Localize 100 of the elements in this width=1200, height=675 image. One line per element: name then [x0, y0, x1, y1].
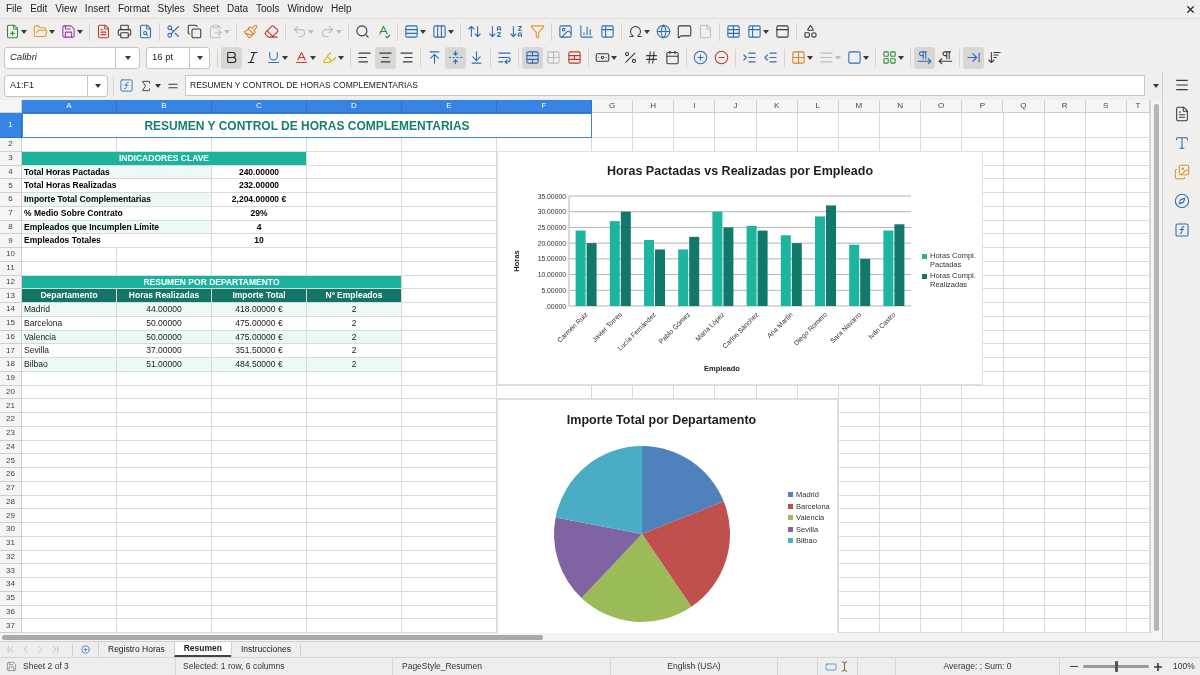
merge-center-button[interactable] [522, 46, 543, 69]
menu-item[interactable]: Tools [252, 2, 284, 16]
caret-icon [1153, 83, 1159, 88]
column-header[interactable]: E [402, 100, 497, 113]
page-style-text[interactable]: PageStyle_Resumen [402, 660, 482, 673]
scrollbar-thumb[interactable] [2, 634, 543, 640]
menu-item[interactable]: Sheet [188, 2, 223, 16]
menu-item[interactable]: Data [222, 2, 253, 16]
font-name-field[interactable]: Calibri [4, 46, 140, 69]
column-header[interactable]: J [715, 100, 757, 113]
column-header[interactable]: A [22, 100, 117, 113]
sheet-tab[interactable]: Resumen [173, 642, 231, 657]
column-header[interactable]: F [497, 100, 592, 113]
row-header[interactable]: 37 [0, 619, 22, 633]
type-icon[interactable] [1173, 135, 1190, 151]
column-header[interactable]: K [756, 100, 798, 113]
menu-item[interactable]: Edit [26, 2, 52, 16]
text-direction-lr-button[interactable] [963, 46, 984, 69]
row-header[interactable]: 30 [0, 523, 22, 537]
row-header[interactable]: 25 [0, 454, 22, 468]
left-to-right-button[interactable] [914, 46, 935, 69]
row-header[interactable]: 6 [0, 193, 22, 207]
align-center-button[interactable] [375, 46, 396, 69]
column-header[interactable]: M [838, 100, 880, 113]
table-icon [747, 24, 762, 39]
row-header[interactable]: 17 [0, 344, 22, 358]
column-header[interactable]: C [212, 100, 307, 113]
row-header[interactable]: 9 [0, 234, 22, 248]
column-header[interactable]: R [1044, 100, 1086, 113]
shapes-icon [803, 24, 818, 39]
row-header[interactable]: 5 [0, 179, 22, 193]
column-header[interactable]: G [592, 100, 634, 113]
column-header[interactable]: S [1085, 100, 1127, 113]
formula-input[interactable]: RESUMEN Y CONTROL DE HORAS COMPLEMENTARIAS [185, 75, 1145, 96]
caret-icon [77, 29, 83, 34]
sigma-icon[interactable] [139, 78, 153, 93]
language-text[interactable]: English (USA) [667, 660, 721, 673]
scrollbar-thumb[interactable] [1154, 104, 1159, 631]
save-icon[interactable] [6, 661, 17, 672]
name-box[interactable]: A1:F1 [4, 74, 108, 97]
column-header[interactable]: T [1126, 100, 1150, 113]
vertical-scrollbar[interactable] [1150, 100, 1162, 633]
slider-thumb[interactable] [1114, 661, 1118, 672]
zoom-out-icon[interactable] [1070, 665, 1078, 668]
column-header[interactable]: D [307, 100, 402, 113]
horizontal-scrollbar[interactable] [0, 633, 1162, 641]
column-header[interactable]: I [674, 100, 716, 113]
font-size-field[interactable]: 16 pt [146, 46, 210, 69]
column-header[interactable]: L [797, 100, 839, 113]
row-header[interactable]: 34 [0, 578, 22, 592]
filter-icon [530, 24, 545, 39]
function-icon[interactable] [119, 78, 134, 93]
panel-icon [775, 24, 790, 39]
menu-item[interactable]: Window [283, 2, 327, 16]
column-header[interactable]: H [633, 100, 675, 113]
bold-button[interactable] [221, 46, 242, 69]
menu-icon[interactable] [1173, 77, 1190, 93]
table-cell: Bilbao [22, 358, 117, 372]
row-header[interactable]: 10 [0, 248, 22, 262]
circle-minus-icon [714, 50, 729, 65]
menu-item[interactable]: Help [327, 2, 356, 16]
column-header[interactable]: N [880, 100, 922, 113]
menu-item[interactable]: Styles [153, 2, 189, 16]
image-icon [558, 24, 573, 39]
paintbrush-icon [243, 24, 258, 39]
column-header[interactable]: B [117, 100, 212, 113]
menu-item[interactable]: Insert [80, 2, 114, 16]
row-header[interactable]: 18 [0, 358, 22, 372]
hash-icon [644, 50, 659, 65]
caret-icon [124, 55, 131, 60]
column-header[interactable]: P [962, 100, 1004, 113]
text-cursor-icon[interactable] [839, 661, 850, 672]
arrow-to-line-icon [966, 50, 981, 65]
zoom-in-icon[interactable] [1154, 662, 1162, 671]
caret-icon [420, 29, 426, 34]
menu-item[interactable]: View [51, 2, 81, 16]
align-middle-icon [448, 50, 463, 65]
redo-icon [320, 24, 335, 39]
column-header[interactable]: Q [1003, 100, 1045, 113]
menu-item[interactable]: File [2, 2, 27, 16]
menu-item[interactable]: Format [113, 2, 154, 16]
row-header[interactable]: 26 [0, 468, 22, 482]
row-header[interactable]: 21 [0, 399, 22, 413]
add-sheet-icon[interactable] [81, 645, 90, 654]
row-header[interactable]: 29 [0, 509, 22, 523]
row-header[interactable]: 33 [0, 564, 22, 578]
document-icon[interactable] [1173, 106, 1190, 122]
row-header[interactable]: 22 [0, 413, 22, 427]
column-header[interactable]: O [921, 100, 963, 113]
zoom-percent-text[interactable]: 100% [1173, 660, 1195, 673]
wrap-text-icon [497, 50, 512, 65]
row-header[interactable]: 14 [0, 303, 22, 317]
close-icon[interactable] [1185, 3, 1196, 15]
row-header[interactable]: 1 [0, 113, 22, 138]
row-header[interactable]: 2 [0, 138, 22, 152]
row-header[interactable]: 13 [0, 289, 22, 303]
compass-icon[interactable] [1173, 193, 1190, 209]
function-icon[interactable] [1173, 222, 1190, 238]
align-middle-button[interactable] [445, 46, 466, 69]
indicator-label: Importe Total Complementarias [22, 193, 212, 207]
